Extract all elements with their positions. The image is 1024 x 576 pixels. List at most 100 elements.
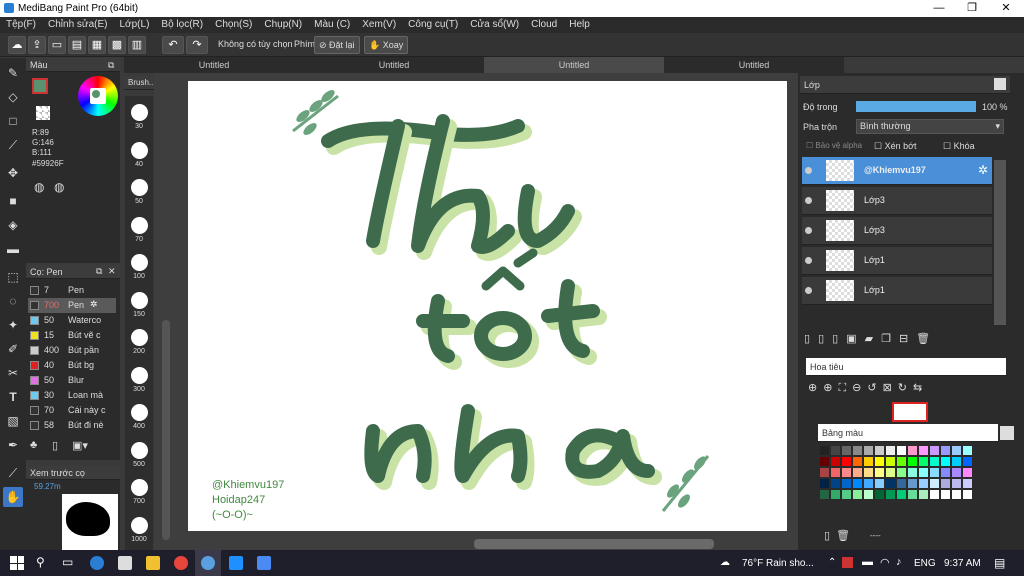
store-icon[interactable] [118, 556, 132, 570]
palette-swatch[interactable] [963, 457, 972, 466]
brush-item[interactable]: 400 Bút pần [28, 343, 116, 358]
menu-help[interactable]: Help [563, 17, 596, 33]
palette-swatch[interactable] [831, 457, 840, 466]
layer-row[interactable]: Lớp3 [802, 217, 992, 245]
tab-untitled-2[interactable]: Untitled [304, 57, 484, 73]
brush-item[interactable]: 30 Loan mà [28, 388, 116, 403]
bucket-tool-icon[interactable]: ◈ [3, 215, 23, 235]
close-icon[interactable]: ✕ [108, 266, 116, 277]
menu-file[interactable]: Tệp(F) [0, 17, 42, 33]
palette-swatch[interactable] [897, 446, 906, 455]
volume-icon[interactable]: ♪ [896, 556, 902, 568]
select-eraser-icon[interactable]: ✂ [3, 363, 23, 383]
brush-size-item[interactable]: 1000 [127, 516, 151, 543]
skype-icon[interactable] [229, 556, 243, 570]
palette-swatch[interactable] [864, 490, 873, 499]
palette-swatch[interactable] [864, 468, 873, 477]
palette-swatch[interactable] [941, 457, 950, 466]
palette-swatch[interactable] [963, 468, 972, 477]
upload-icon[interactable]: ⇪ [28, 36, 46, 54]
palette-swatch[interactable] [952, 468, 961, 477]
palette-swatch[interactable] [941, 479, 950, 488]
layer-row[interactable]: Lớp1 [802, 247, 992, 275]
task-view-icon[interactable]: ▭ [62, 555, 73, 569]
brush-size-item[interactable]: 200 [127, 329, 151, 355]
brush-size-item[interactable]: 30 [127, 104, 151, 130]
gear-icon[interactable]: ✲ [978, 163, 988, 177]
brush-new-icon[interactable]: ▯ [52, 439, 58, 452]
brush-size-item[interactable]: 300 [127, 366, 151, 393]
zoom-out-icon[interactable]: ⊖ [852, 382, 867, 394]
palette-swatch[interactable] [941, 468, 950, 477]
actual-size-icon[interactable]: ⊠ [883, 382, 898, 394]
palette-swatch[interactable] [831, 490, 840, 499]
rotate-right-icon[interactable]: ↻ [898, 382, 913, 394]
palette-swatch[interactable] [864, 457, 873, 466]
lock-checkbox[interactable]: ☐ Khóa [943, 141, 975, 152]
palette-swatch[interactable] [853, 446, 862, 455]
medibang-icon[interactable] [201, 556, 215, 570]
eye-icon[interactable] [805, 167, 812, 174]
hand-tool-icon[interactable]: ✋ [3, 487, 23, 507]
menu-filter[interactable]: Bộ lọc(R) [155, 17, 209, 33]
palette-swatch[interactable] [897, 457, 906, 466]
tab-untitled-1[interactable]: Untitled [124, 57, 304, 73]
layer-menu-icon[interactable]: ▣ [846, 333, 864, 345]
palette-swatch[interactable] [952, 479, 961, 488]
operation-tool-icon[interactable]: ▧ [3, 411, 23, 431]
eraser-tool-icon[interactable]: ◇ [3, 87, 23, 107]
vertical-scrollbar[interactable] [162, 320, 170, 540]
menu-color[interactable]: Màu (C) [308, 17, 356, 33]
menu-view[interactable]: Xem(V) [356, 17, 402, 33]
language-indicator[interactable]: ENG [914, 558, 936, 569]
palette-swatch[interactable] [831, 479, 840, 488]
rectangle-tool-icon[interactable]: □ [3, 111, 23, 131]
palette-swatch[interactable] [930, 446, 939, 455]
windows-start-icon[interactable] [10, 556, 24, 570]
layer-row[interactable]: Lớp3 [802, 187, 992, 215]
palette-swatch[interactable] [919, 446, 928, 455]
palette-icon[interactable]: ◍ [34, 180, 44, 194]
magic-wand-icon[interactable]: ✦ [3, 315, 23, 335]
palette-swatch[interactable] [842, 479, 851, 488]
palette-swatch[interactable] [864, 479, 873, 488]
palette-swatch[interactable] [919, 468, 928, 477]
navigator-thumbnail[interactable] [892, 402, 928, 422]
brush-size-item[interactable]: 40 [127, 141, 151, 168]
redo-icon[interactable]: ↷ [186, 36, 208, 54]
notification-icon[interactable]: ▤ [994, 556, 1005, 570]
menu-window[interactable]: Cửa sổ(W) [464, 17, 525, 33]
brush-item[interactable]: 7 Pen [28, 283, 116, 298]
layer-scrollbar[interactable] [994, 160, 1006, 325]
weather-icon[interactable]: ☁ [720, 557, 730, 568]
clipping-checkbox[interactable]: ☐ Xén bớt [874, 141, 917, 152]
document-icon[interactable]: ▦ [88, 36, 106, 54]
palette-swatch[interactable] [941, 490, 950, 499]
palette-swatch[interactable] [919, 490, 928, 499]
chrome-icon[interactable] [174, 556, 188, 570]
flip-icon[interactable]: ⇆ [913, 382, 928, 394]
palette-swatch[interactable] [908, 468, 917, 477]
brush-size-item[interactable]: 700 [127, 479, 151, 505]
maximize-button[interactable]: ❐ [955, 0, 989, 17]
tray-app-icon[interactable] [842, 557, 853, 568]
minimize-button[interactable]: — [922, 0, 956, 17]
select-pen-icon[interactable]: ✐ [3, 339, 23, 359]
palette-swatch[interactable] [941, 446, 950, 455]
duplicate-icon[interactable]: ❐ [881, 333, 899, 345]
palette-swatch[interactable] [853, 457, 862, 466]
brush-menu-icon[interactable]: ▣▾ [72, 439, 88, 452]
palette-swatch[interactable] [952, 457, 961, 466]
float-icon[interactable]: ⧉ [96, 266, 102, 277]
fit-icon[interactable]: ⛶ [838, 382, 852, 394]
network-icon[interactable]: ▬ [862, 556, 873, 568]
comment-icon[interactable]: ▤ [68, 36, 86, 54]
wifi-icon[interactable]: ◠ [880, 556, 890, 569]
blend-select[interactable]: Bình thường ▾ [856, 119, 1004, 134]
new-layer-icon[interactable]: ▯ [804, 333, 818, 345]
menu-cloud[interactable]: Cloud [525, 17, 563, 33]
new-halftone-icon[interactable]: ▯ [818, 333, 832, 345]
palette-swatch[interactable] [820, 479, 829, 488]
palette-swatch[interactable] [820, 490, 829, 499]
palette-swatch[interactable] [842, 490, 851, 499]
